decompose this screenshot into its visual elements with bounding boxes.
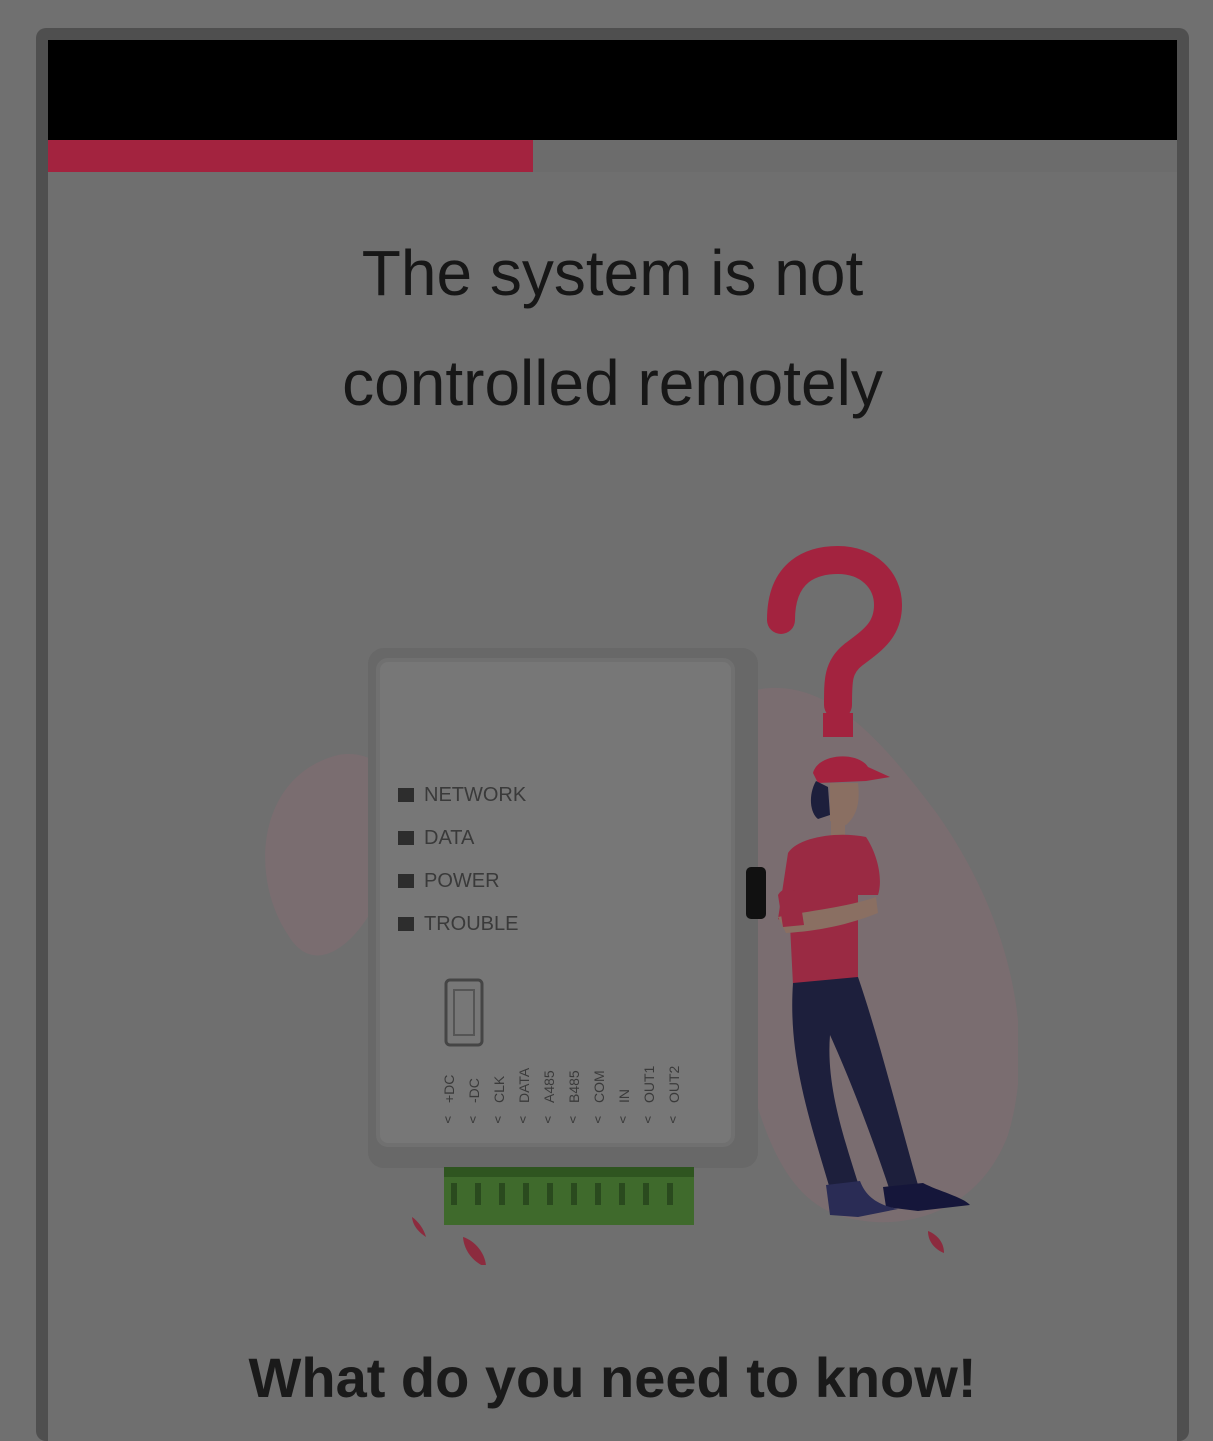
terminal-label: OUT1 <box>641 1065 657 1103</box>
terminal-label: CLK <box>491 1075 507 1103</box>
terminal-marker: v <box>620 1112 626 1126</box>
terminal-label: A485 <box>541 1070 557 1103</box>
terminal-label: COM <box>591 1070 607 1103</box>
led-square <box>398 917 414 931</box>
connector-pin <box>523 1183 529 1205</box>
status-bar <box>48 40 1177 140</box>
led-label: POWER <box>424 870 500 892</box>
led-label: NETWORK <box>424 784 527 806</box>
leaf-right <box>928 1231 944 1253</box>
terminal-marker: v <box>545 1112 551 1126</box>
leaf-left-small <box>412 1217 426 1237</box>
terminal-label: DATA <box>516 1067 532 1103</box>
page-title: The system is not controlled remotely <box>342 237 883 419</box>
progress-fill <box>48 140 534 172</box>
led-square <box>398 874 414 888</box>
question-mark-icon <box>767 545 903 719</box>
connector-pin <box>667 1183 673 1205</box>
terminal-label: B485 <box>566 1070 582 1103</box>
terminal-marker: v <box>570 1112 576 1126</box>
terminal-label: -DC <box>466 1078 482 1103</box>
question-mark-dot <box>823 713 853 737</box>
connector-pin <box>451 1183 457 1205</box>
led-square <box>398 788 414 802</box>
connector-pin <box>643 1183 649 1205</box>
onboarding-progress-bar <box>48 140 1177 172</box>
device-latch <box>746 867 766 919</box>
terminal-marker: v <box>520 1112 526 1126</box>
led-label: DATA <box>424 827 475 849</box>
terminal-label: IN <box>616 1089 632 1103</box>
led-label: TROUBLE <box>424 913 518 935</box>
terminal-label: +DC <box>441 1075 457 1103</box>
connector-pin <box>475 1183 481 1205</box>
terminal-marker: v <box>445 1112 451 1126</box>
terminal-marker: v <box>495 1112 501 1126</box>
terminal-label: OUT2 <box>666 1065 682 1103</box>
person-hair <box>810 781 830 819</box>
connector-pin <box>499 1183 505 1205</box>
connector-pin <box>547 1183 553 1205</box>
green-connector-top <box>444 1167 694 1177</box>
terminal-marker: v <box>670 1112 676 1126</box>
led-square <box>398 831 414 845</box>
terminal-marker: v <box>645 1112 651 1126</box>
connector-pin <box>571 1183 577 1205</box>
section-heading: What do you need to know! <box>248 1346 977 1409</box>
connector-pin <box>619 1183 625 1205</box>
terminal-marker: v <box>470 1112 476 1126</box>
illustration: NETWORK DATA POWER TROUBLE +DC v -DC v CLK v DATA… <box>265 545 1018 1265</box>
leaf-left-large <box>463 1237 486 1265</box>
app-screen: The system is not controlled remotely NE… <box>48 40 1177 1441</box>
terminal-marker: v <box>595 1112 601 1126</box>
connector-pin <box>595 1183 601 1205</box>
phone-frame: The system is not controlled remotely NE… <box>36 28 1189 1441</box>
